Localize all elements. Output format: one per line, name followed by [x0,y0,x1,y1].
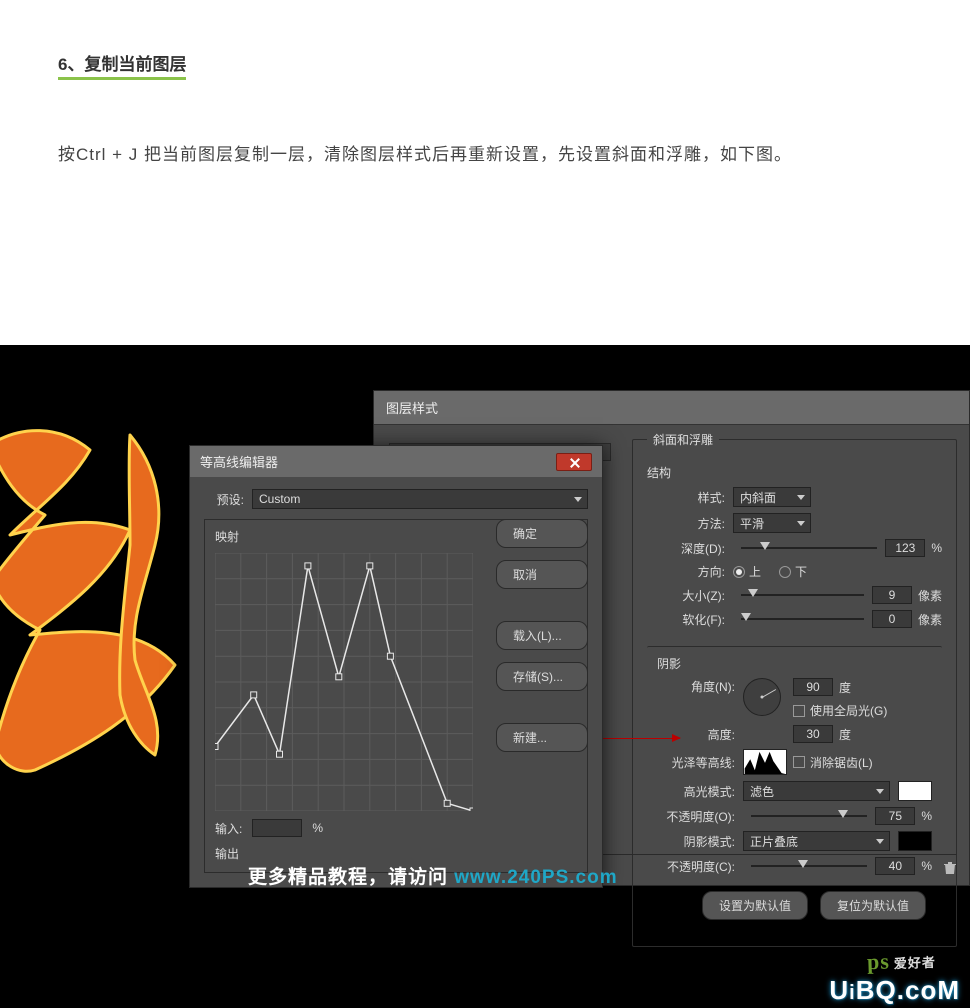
style-label: 样式: [647,489,725,506]
depth-label: 深度(D): [647,540,725,557]
input-label: 输入: [215,820,242,837]
contour-title: 等高线编辑器 [200,452,278,471]
preset-select[interactable]: Custom [252,489,588,509]
angle-value[interactable]: 90 [793,678,833,696]
direction-label: 方向: [647,563,725,580]
style-select[interactable]: 内斜面 [733,487,811,507]
global-light-checkbox[interactable] [793,705,805,717]
bevel-legend: 斜面和浮雕 [647,431,719,448]
promo-text: 更多精品教程，请访问 www.240PS.com [248,862,618,889]
layer-style-title: 图层样式 [374,391,969,425]
highlight-opacity-label: 不透明度(O): [657,808,735,825]
preset-label: 预设: [204,491,244,508]
depth-value[interactable]: 123 [885,539,925,557]
make-default-button[interactable]: 设置为默认值 [702,891,808,920]
watermark-ps: ps爱好者 [867,947,937,975]
trash-icon[interactable] [943,861,957,875]
depth-unit: % [931,541,942,555]
global-light-label: 使用全局光(G) [810,702,887,719]
screenshot-area: 图层样式 斜面和浮雕 结构 样式: 内斜面 方法: 平滑 [0,345,970,1008]
gloss-contour-swatch[interactable] [743,749,787,775]
altitude-unit: 度 [839,726,851,743]
cancel-button[interactable]: 取消 [496,560,588,589]
shadow-color-swatch[interactable] [898,831,932,851]
structure-legend: 结构 [647,464,942,481]
direction-up-label: 上 [749,563,761,580]
highlight-mode-select[interactable]: 滤色 [743,781,890,801]
watermark-uibq: UiBQ.coM [829,975,960,1006]
promo-link[interactable]: www.240PS.com [454,867,617,888]
altitude-value[interactable]: 30 [793,725,833,743]
size-slider[interactable] [741,594,864,596]
input-value[interactable] [252,819,302,837]
highlight-color-swatch[interactable] [898,781,932,801]
gloss-contour-label: 光泽等高线: [657,754,735,771]
output-label: 输出 [215,845,239,862]
highlight-opacity-slider[interactable] [751,815,867,817]
antialias-checkbox[interactable] [793,756,805,768]
contour-editor-dialog: 等高线编辑器 预设: Custom 映射 [189,445,603,888]
size-label: 大小(Z): [647,587,725,604]
size-value[interactable]: 9 [872,586,912,604]
new-button[interactable]: 新建... [496,723,588,752]
angle-label: 角度(N): [657,678,735,695]
soften-unit: 像素 [918,611,942,628]
contour-title-bar[interactable]: 等高线编辑器 [190,446,602,477]
close-icon[interactable] [556,453,592,471]
step-body: 按Ctrl + J 把当前图层复制一层，清除图层样式后再重新设置，先设置斜面和浮… [58,136,912,173]
highlight-opacity-value[interactable]: 75 [875,807,915,825]
structure-group: 结构 样式: 内斜面 方法: 平滑 深度(D): 123 % [647,464,942,640]
direction-up-radio[interactable] [733,566,745,578]
soften-value[interactable]: 0 [872,610,912,628]
shadow-mode-label: 阴影模式: [657,833,735,850]
highlight-opacity-unit: % [921,809,932,823]
technique-label: 方法: [647,515,725,532]
antialias-label: 消除锯齿(L) [810,754,873,771]
reset-default-button[interactable]: 复位为默认值 [820,891,926,920]
contour-buttons: 确定 取消 载入(L)... 存储(S)... 新建... [496,519,588,752]
soften-label: 软化(F): [647,611,725,628]
curve-editor[interactable] [215,553,473,811]
size-unit: 像素 [918,587,942,604]
shading-group: 阴影 角度(N): 90 度 使用全局光(G) [647,646,942,932]
shadow-mode-select[interactable]: 正片叠底 [743,831,890,851]
angle-wheel[interactable] [743,678,781,716]
direction-down-radio[interactable] [779,566,791,578]
load-button[interactable]: 载入(L)... [496,621,588,650]
technique-select[interactable]: 平滑 [733,513,811,533]
save-button[interactable]: 存储(S)... [496,662,588,691]
step-title: 6、复制当前图层 [58,56,186,80]
ok-button[interactable]: 确定 [496,519,588,548]
soften-slider[interactable] [741,618,864,620]
sample-text-art [0,405,210,805]
angle-unit: 度 [839,679,851,696]
direction-down-label: 下 [795,563,807,580]
shading-legend: 阴影 [657,655,932,672]
highlight-mode-label: 高光模式: [657,783,735,800]
depth-slider[interactable] [741,547,877,549]
altitude-label: 高度: [657,726,735,743]
tutorial-section: 6、复制当前图层 按Ctrl + J 把当前图层复制一层，清除图层样式后再重新设… [0,0,970,173]
percent-1: % [312,821,323,835]
